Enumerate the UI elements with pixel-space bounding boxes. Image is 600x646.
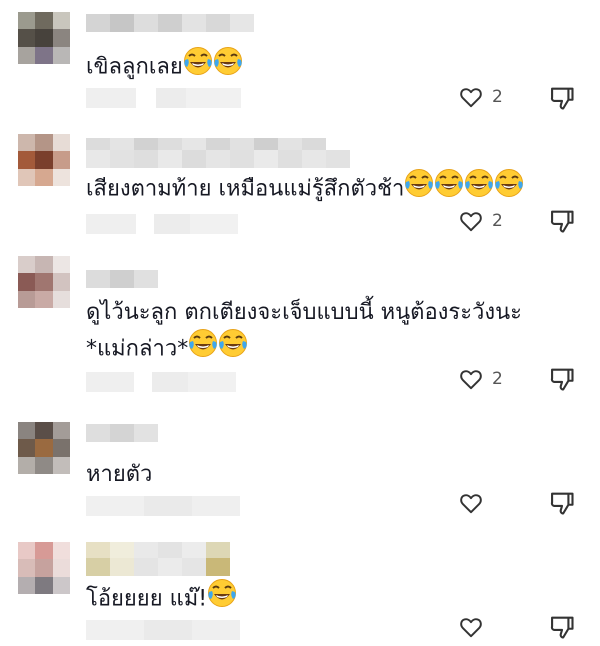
face-with-tears-of-joy-icon [434,168,464,211]
username-blurred[interactable] [86,270,158,288]
comment-text-content: *แม่กล่าว* [86,336,189,362]
dislike-button[interactable] [548,613,576,645]
heart-outline-icon [460,370,482,390]
avatar[interactable] [18,134,70,186]
comment-text-line2: *แม่กล่าว* [86,328,248,371]
avatar[interactable] [18,256,70,308]
timestamp-blurred [86,620,240,640]
username-blurred[interactable] [86,424,158,442]
dislike-button[interactable] [548,84,576,116]
face-with-tears-of-joy-icon [464,168,494,211]
avatar[interactable] [18,422,70,474]
timestamp-blurred [86,496,240,516]
dislike-button[interactable] [548,365,576,397]
like-button[interactable]: 2 [458,366,503,392]
comment-text: หายตัว [86,456,152,494]
username-blurred-row2 [86,150,350,168]
dislike-button[interactable] [548,489,576,521]
face-with-tears-of-joy-icon [404,168,434,211]
heart-outline-icon [460,88,482,108]
face-with-tears-of-joy-icon [218,328,248,371]
comment-text-content: เขิลลูกเลย [86,54,183,80]
thumbs-down-outline-icon [550,616,574,639]
timestamp-blurred [86,88,241,108]
like-count: 2 [492,211,503,231]
comment-text-content: โอ้ยยยย แม๊! [86,586,208,612]
timestamp-blurred [86,372,236,392]
dislike-button[interactable] [548,207,576,239]
like-count: 2 [492,369,503,389]
comment-text: โอ้ยยยย แม๊! [86,578,237,621]
like-button[interactable]: 2 [458,208,503,234]
like-button[interactable]: 2 [458,84,503,110]
thumbs-down-outline-icon [550,210,574,233]
face-with-tears-of-joy-icon [183,46,213,89]
comment-text-content: ดูไว้นะลูก ตกเตียงจะเจ็บแบบนี้ หนูต้องระ… [86,300,522,325]
face-with-tears-of-joy-icon [494,168,524,211]
comment-text-content: เสียงตามท้าย เหมือนแม่รู้สึกตัวช้า [86,176,405,202]
avatar[interactable] [18,12,70,64]
comment-text: เสียงตามท้าย เหมือนแม่รู้สึกตัวช้า [86,168,524,211]
thumbs-down-outline-icon [550,492,574,515]
timestamp-blurred [86,214,238,234]
avatar[interactable] [18,542,70,594]
username-blurred[interactable] [86,14,254,32]
thumbs-down-outline-icon [550,368,574,391]
comment-text: ดูไว้นะลูก ตกเตียงจะเจ็บแบบนี้ หนูต้องระ… [86,294,522,332]
heart-outline-icon [460,494,482,514]
face-with-tears-of-joy-icon [207,578,237,621]
comment-text: เขิลลูกเลย [86,46,243,89]
like-button[interactable] [458,490,484,516]
heart-outline-icon [460,212,482,232]
username-blurred-row2 [86,558,230,576]
like-button[interactable] [458,614,484,640]
face-with-tears-of-joy-icon [188,328,218,371]
like-count: 2 [492,87,503,107]
heart-outline-icon [460,618,482,638]
comment-text-content: หายตัว [86,462,153,487]
thumbs-down-outline-icon [550,87,574,110]
face-with-tears-of-joy-icon [213,46,243,89]
